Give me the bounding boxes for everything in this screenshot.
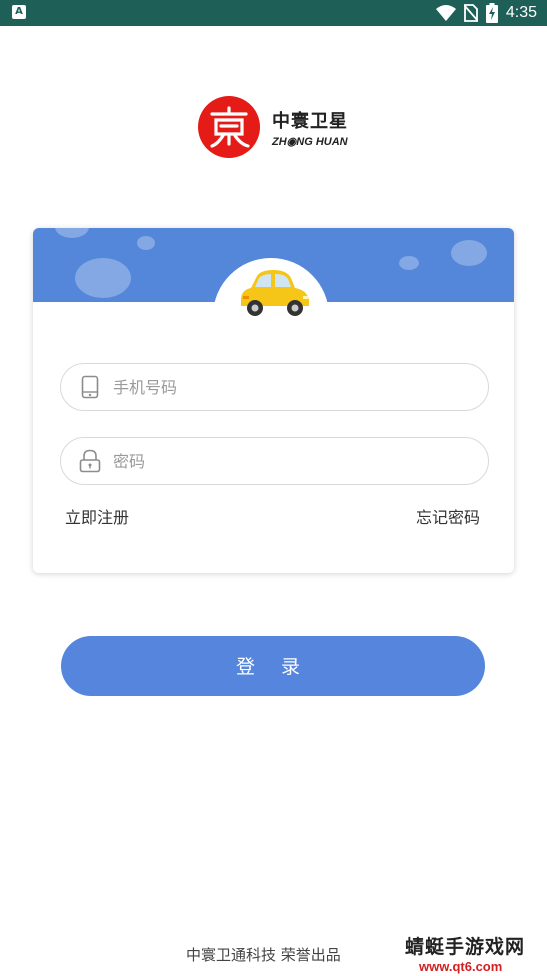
forgot-password-link[interactable]: 忘记密码 (416, 504, 480, 528)
phone-input[interactable] (111, 376, 455, 398)
no-sim-icon (463, 4, 478, 22)
password-field[interactable] (60, 437, 489, 485)
logo-name-en: ZH◉NG HUAN (272, 135, 348, 148)
status-bar: A 4:35 (0, 0, 547, 26)
watermark-text: 蜻蜓手游戏网 (405, 936, 526, 958)
wifi-icon (435, 5, 456, 21)
watermark-url: www.qt6.com (419, 959, 503, 974)
watermark: 蜻蜓手游戏网 www.qt6.com (405, 932, 525, 974)
logo-name-cn: 中寰卫星 (272, 110, 348, 132)
status-time: 4:35 (505, 4, 537, 21)
logo-seal-icon (198, 96, 260, 158)
battery-charging-icon (485, 3, 498, 23)
footer-credit: 中寰卫通科技 荣誉出品 (186, 946, 341, 964)
login-button[interactable]: 登 录 (61, 636, 485, 696)
register-link[interactable]: 立即注册 (65, 504, 129, 528)
app-notification-icon: A (12, 5, 26, 19)
car-icon (241, 270, 309, 316)
lock-icon (77, 448, 103, 474)
login-card: 立即注册 忘记密码 (33, 228, 514, 573)
password-input[interactable] (111, 450, 455, 472)
phone-icon (77, 374, 103, 400)
phone-field[interactable] (60, 363, 489, 411)
app-logo: 中寰卫星 ZH◉NG HUAN (198, 96, 348, 158)
